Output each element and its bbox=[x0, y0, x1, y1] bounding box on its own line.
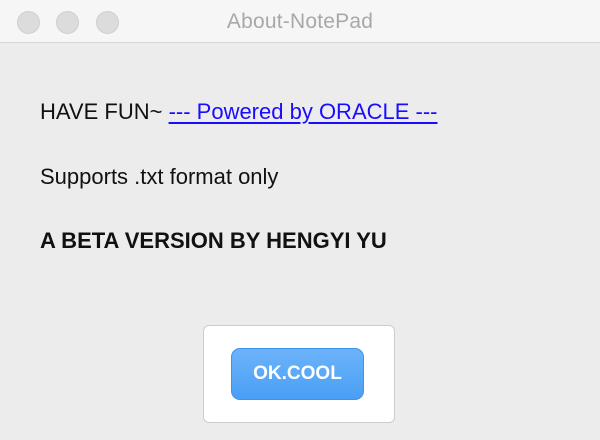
about-dialog-window: About-NotePad HAVE FUN~ --- Powered by O… bbox=[0, 0, 600, 440]
window-title: About-NotePad bbox=[226, 10, 374, 33]
have-fun-text: HAVE FUN~ bbox=[40, 99, 169, 124]
beta-version-text: A BETA VERSION BY HENGYI YU bbox=[40, 228, 387, 253]
title-bar: About-NotePad bbox=[0, 0, 600, 43]
powered-by-oracle-link[interactable]: --- Powered by ORACLE --- bbox=[169, 99, 438, 124]
format-support-text: Supports .txt format only bbox=[40, 164, 279, 189]
ok-cool-button[interactable]: OK.COOL bbox=[231, 348, 364, 400]
have-fun-line: HAVE FUN~ --- Powered by ORACLE --- bbox=[40, 99, 438, 125]
